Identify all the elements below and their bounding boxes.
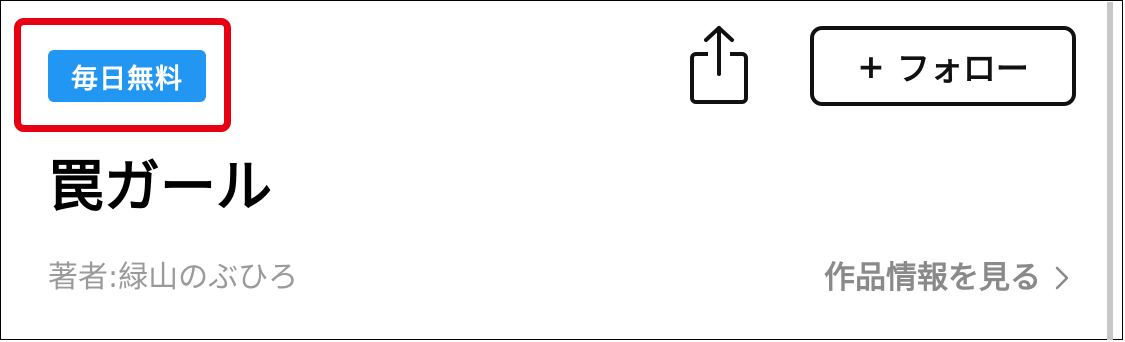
series-info-label: 作品情報を見る <box>824 260 1041 296</box>
follow-label: フォロー <box>896 49 1029 88</box>
follow-button[interactable]: + フォロー <box>810 26 1076 106</box>
series-title: 罠ガール <box>48 155 272 220</box>
share-icon <box>690 26 748 104</box>
plus-icon: + <box>857 46 885 86</box>
chevron-right-icon <box>1055 266 1069 290</box>
share-button[interactable] <box>688 24 750 106</box>
series-info-link[interactable]: 作品情報を見る <box>824 256 1069 300</box>
scrollbar[interactable] <box>1107 2 1113 340</box>
free-daily-badge: 毎日無料 <box>48 50 206 102</box>
author-name: 著者:緑山のぶひろ <box>48 260 299 295</box>
